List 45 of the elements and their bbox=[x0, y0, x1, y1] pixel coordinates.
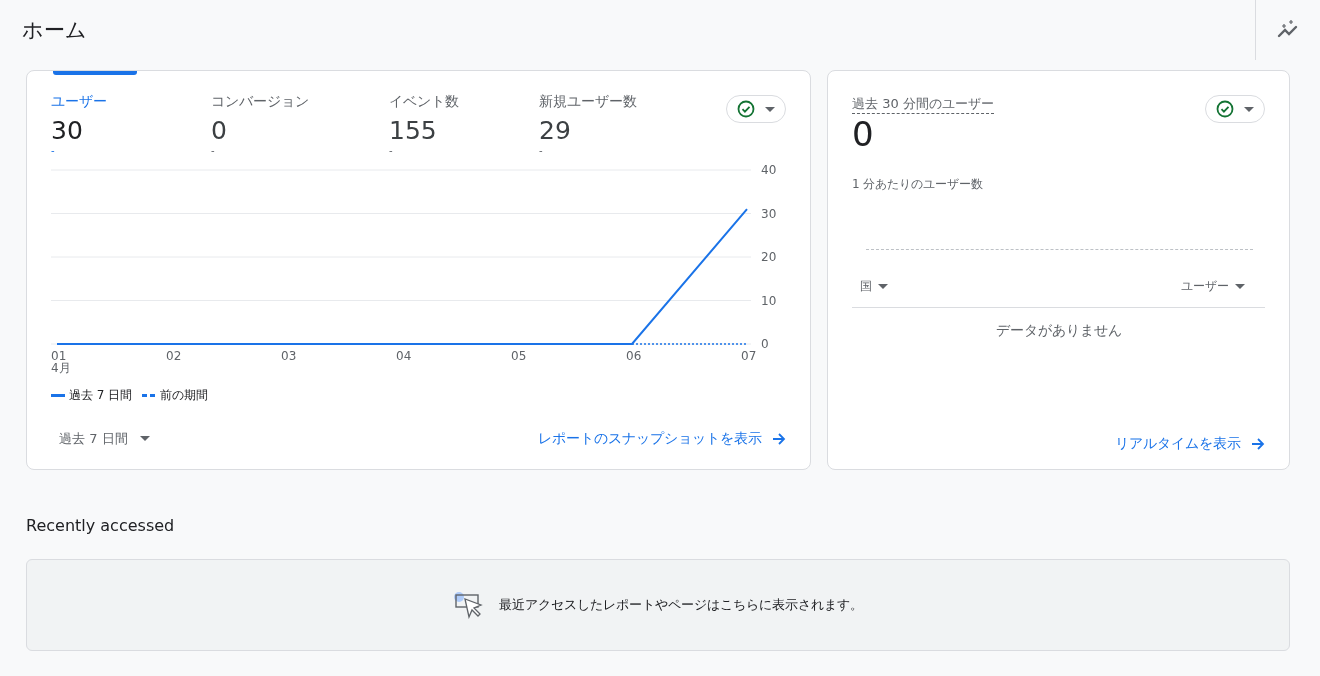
snapshot-link[interactable]: レポートのスナップショットを表示 bbox=[538, 429, 786, 448]
empty-message: データがありません bbox=[994, 322, 1123, 340]
y-axis-label: 20 bbox=[761, 249, 777, 264]
metric-tab[interactable]: ユーザー 30 - bbox=[51, 71, 211, 156]
realtime-subtitle: 1 分あたりのユーザー数 bbox=[852, 176, 985, 193]
legend-swatch-icon bbox=[51, 393, 65, 397]
page-title: ホーム bbox=[22, 17, 87, 44]
y-axis-label: 30 bbox=[761, 206, 777, 221]
x-axis-label: 4月 bbox=[51, 360, 71, 375]
x-axis-label: 07 bbox=[741, 348, 757, 363]
legend-swatch-icon bbox=[142, 393, 157, 397]
comparison-dropdown[interactable] bbox=[726, 95, 786, 123]
y-axis-label: 40 bbox=[761, 163, 777, 177]
comparison-dropdown[interactable] bbox=[1205, 95, 1265, 123]
x-axis-label: 04 bbox=[396, 348, 412, 363]
y-axis-label: 0 bbox=[761, 336, 769, 351]
check-circle-icon bbox=[737, 100, 755, 118]
empty-message: 最近アクセスしたレポートやページはこちらに表示されます。 bbox=[499, 596, 863, 614]
caret-icon bbox=[139, 436, 150, 442]
x-axis-label: 03 bbox=[281, 348, 297, 363]
check-circle-icon bbox=[1216, 100, 1234, 118]
legend-label: 過去 7 日間 bbox=[69, 386, 133, 404]
date-range-dropdown[interactable]: 過去 7 日間 bbox=[51, 425, 158, 452]
caret-icon bbox=[1235, 284, 1245, 289]
legend-label: 前の期間 bbox=[160, 386, 209, 404]
realtime-link[interactable]: リアルタイムを表示 bbox=[1115, 435, 1265, 453]
arrow-right-icon bbox=[1251, 437, 1265, 451]
column-header[interactable]: ユーザー bbox=[1181, 278, 1245, 295]
x-axis-label: 02 bbox=[166, 348, 182, 363]
x-axis-label: 05 bbox=[511, 348, 527, 363]
section-heading: Recently accessed bbox=[26, 516, 176, 535]
column-header[interactable]: 国 bbox=[860, 278, 888, 295]
arrow-right-icon bbox=[772, 431, 786, 446]
realtime-title: 過去 30 分間のユーザー bbox=[852, 95, 994, 114]
insights-icon[interactable] bbox=[1276, 20, 1300, 40]
metric-tab[interactable]: イベント数 155 - bbox=[389, 71, 539, 156]
caret-icon bbox=[765, 106, 775, 112]
x-axis-label: 01 bbox=[51, 348, 67, 363]
metric-tab[interactable]: 新規ユーザー数 29 - bbox=[539, 71, 699, 156]
realtime-value: 0 bbox=[852, 114, 875, 154]
metric-tab[interactable]: コンバージョン 0 - bbox=[211, 71, 389, 156]
y-axis-label: 10 bbox=[761, 293, 777, 308]
x-axis-label: 06 bbox=[626, 348, 642, 363]
caret-icon bbox=[878, 284, 888, 289]
caret-icon bbox=[1244, 106, 1254, 112]
